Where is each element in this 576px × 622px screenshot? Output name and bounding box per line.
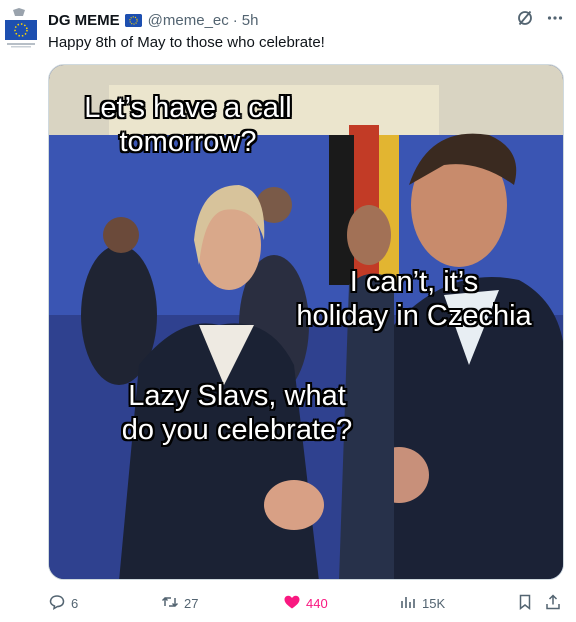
repost-icon (161, 593, 179, 614)
reply-count: 6 (71, 595, 79, 611)
views-button[interactable]: 15K (399, 593, 445, 614)
meme-caption-top: Let’s have a call tomorrow? (84, 92, 292, 158)
post-time[interactable]: 5h (242, 12, 259, 29)
author-handle[interactable]: @meme_ec (148, 12, 229, 29)
bookmark-icon (516, 593, 534, 614)
header-actions (516, 9, 564, 31)
views-icon (399, 593, 417, 614)
like-icon (283, 593, 301, 614)
repost-count: 27 (184, 595, 199, 611)
separator-dot: · (232, 11, 238, 29)
share-icon (544, 593, 562, 614)
author-name[interactable]: DG MEME (48, 12, 120, 29)
avatar[interactable] (3, 6, 39, 50)
bookmark-button[interactable] (516, 593, 534, 614)
meme-caption-bottom: Lazy Slavs, what do you celebrate? (121, 380, 353, 446)
eu-flag-icon (124, 13, 142, 27)
tweet-header: DG MEME @meme_ec · 5h (48, 9, 564, 31)
reply-button[interactable]: 6 (48, 593, 78, 614)
meme-caption-right: I can’t, it’s holiday in Czechia (296, 266, 532, 332)
like-count: 440 (306, 595, 328, 611)
repost-button[interactable]: 27 (161, 593, 198, 614)
views-count: 15K (422, 595, 446, 611)
like-button[interactable]: 440 (283, 593, 328, 614)
grok-icon[interactable] (516, 9, 534, 31)
more-icon[interactable] (546, 9, 564, 31)
tweet-text: Happy 8th of May to those who celebrate! (48, 34, 325, 51)
post-image[interactable]: Let’s have a call tomorrow? I can’t, it’… (48, 64, 564, 580)
share-button[interactable] (544, 593, 562, 614)
reply-icon (48, 593, 66, 614)
action-bar: 6 27 440 15K (48, 591, 564, 615)
